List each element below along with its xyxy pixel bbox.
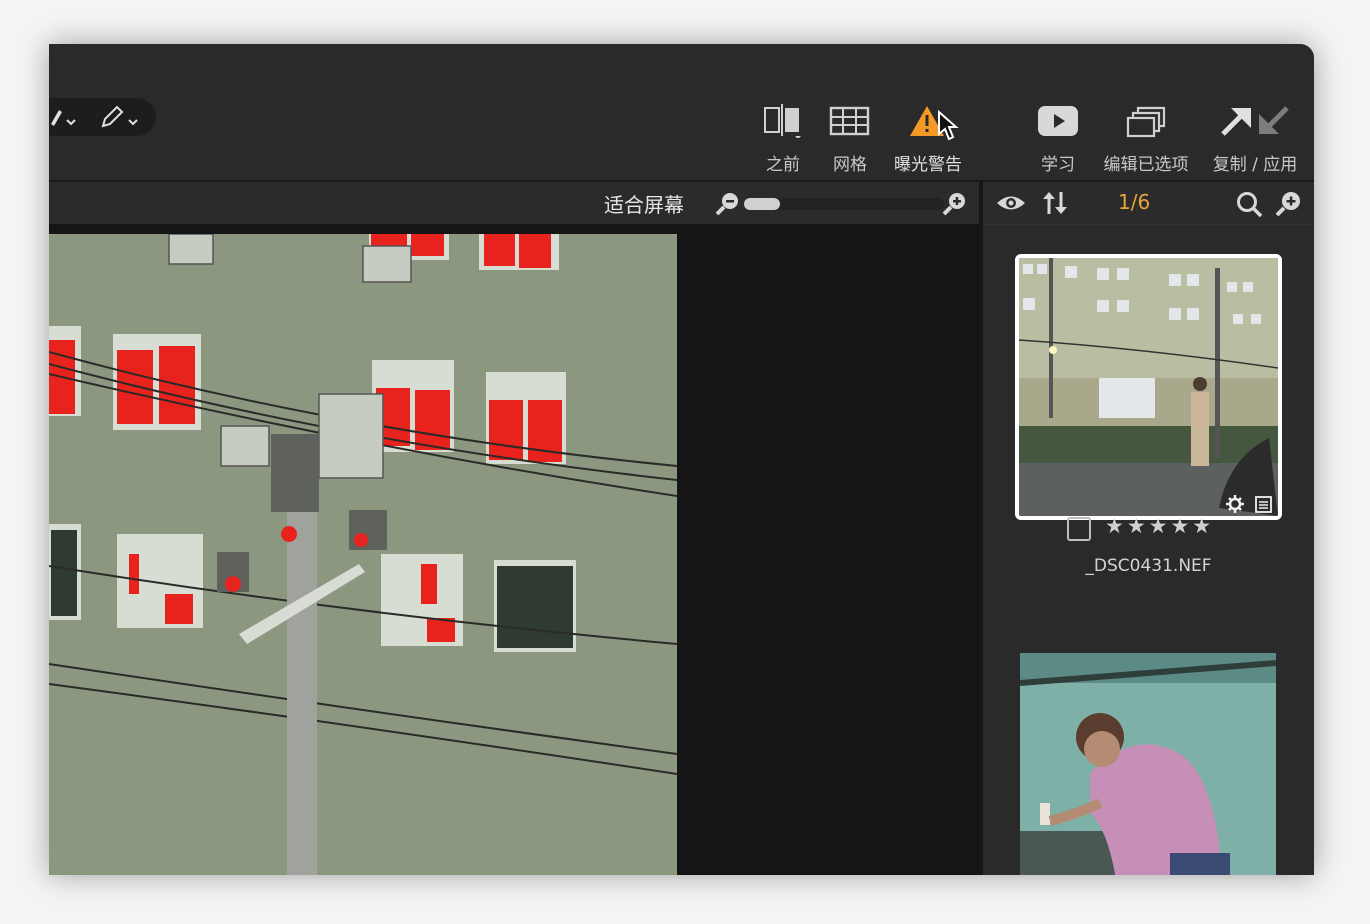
before-icon	[764, 104, 801, 138]
search-icon[interactable]	[1235, 190, 1263, 218]
stack-icon	[1126, 106, 1166, 138]
zoom-in-icon[interactable]	[942, 190, 968, 216]
learn-label: 学习	[1041, 155, 1075, 175]
pencil-icon	[51, 110, 76, 126]
gear-icon	[1226, 495, 1244, 513]
zoom-slider[interactable]	[744, 198, 944, 210]
grid-button[interactable]: 网格	[826, 98, 874, 175]
grid-icon	[829, 106, 870, 136]
sort-icon[interactable]	[1041, 190, 1069, 216]
copy-apply-button[interactable]: 复制 / 应用	[1209, 98, 1301, 175]
arrow-up-right-icon	[1221, 108, 1251, 136]
edit-selected-button[interactable]: 编辑已选项	[1099, 98, 1193, 175]
brush-tool-group	[49, 98, 156, 136]
learn-button[interactable]: 学习	[1034, 98, 1082, 175]
grid-label: 网格	[833, 155, 867, 175]
fit-to-screen-button[interactable]: 适合屏幕	[604, 189, 684, 218]
image-counter: 1/6	[1118, 190, 1151, 214]
star-rating[interactable]: ★★★★★	[1105, 514, 1214, 538]
brush-tool-button[interactable]	[49, 104, 89, 130]
zoom-in-icon[interactable]	[1275, 190, 1303, 218]
edit-selected-label: 编辑已选项	[1103, 155, 1189, 175]
arrow-down-left-icon	[1259, 106, 1289, 134]
app-window: 之前 网格 曝光警告 学习 编辑已选项 复制 / 应用 适合屏幕 1/6 ★★★…	[49, 44, 1314, 875]
exposure-warning-button[interactable]: 曝光警告	[889, 98, 967, 175]
toolbar: 之前 网格 曝光警告 学习 编辑已选项 复制 / 应用	[49, 44, 1314, 180]
thumbnail-filename: _DSC0431.NEF	[1085, 556, 1212, 576]
thumbnail-2[interactable]	[1020, 653, 1276, 875]
select-checkbox[interactable]	[1067, 517, 1091, 541]
image-canvas[interactable]	[49, 224, 979, 875]
before-label: 之前	[766, 155, 800, 175]
filmstrip-header: 1/6	[983, 180, 1314, 224]
view-bar: 适合屏幕	[49, 180, 979, 224]
eraser-tool-button[interactable]	[99, 104, 139, 130]
cursor-icon	[938, 110, 959, 141]
thumbnail-1[interactable]	[1015, 254, 1282, 520]
play-icon	[1038, 106, 1078, 136]
zoom-slider-fill	[744, 198, 780, 210]
sidecar-icon	[1255, 496, 1272, 513]
eraser-icon	[101, 105, 138, 128]
exposure-warning-label: 曝光警告	[894, 155, 962, 175]
filmstrip: ★★★★★ _DSC0431.NEF	[983, 224, 1314, 875]
before-button[interactable]: 之前	[757, 98, 809, 175]
main-photo	[49, 234, 677, 875]
zoom-out-icon[interactable]	[715, 190, 741, 216]
copy-apply-label: 复制 / 应用	[1212, 155, 1298, 175]
eye-icon[interactable]	[995, 192, 1027, 214]
